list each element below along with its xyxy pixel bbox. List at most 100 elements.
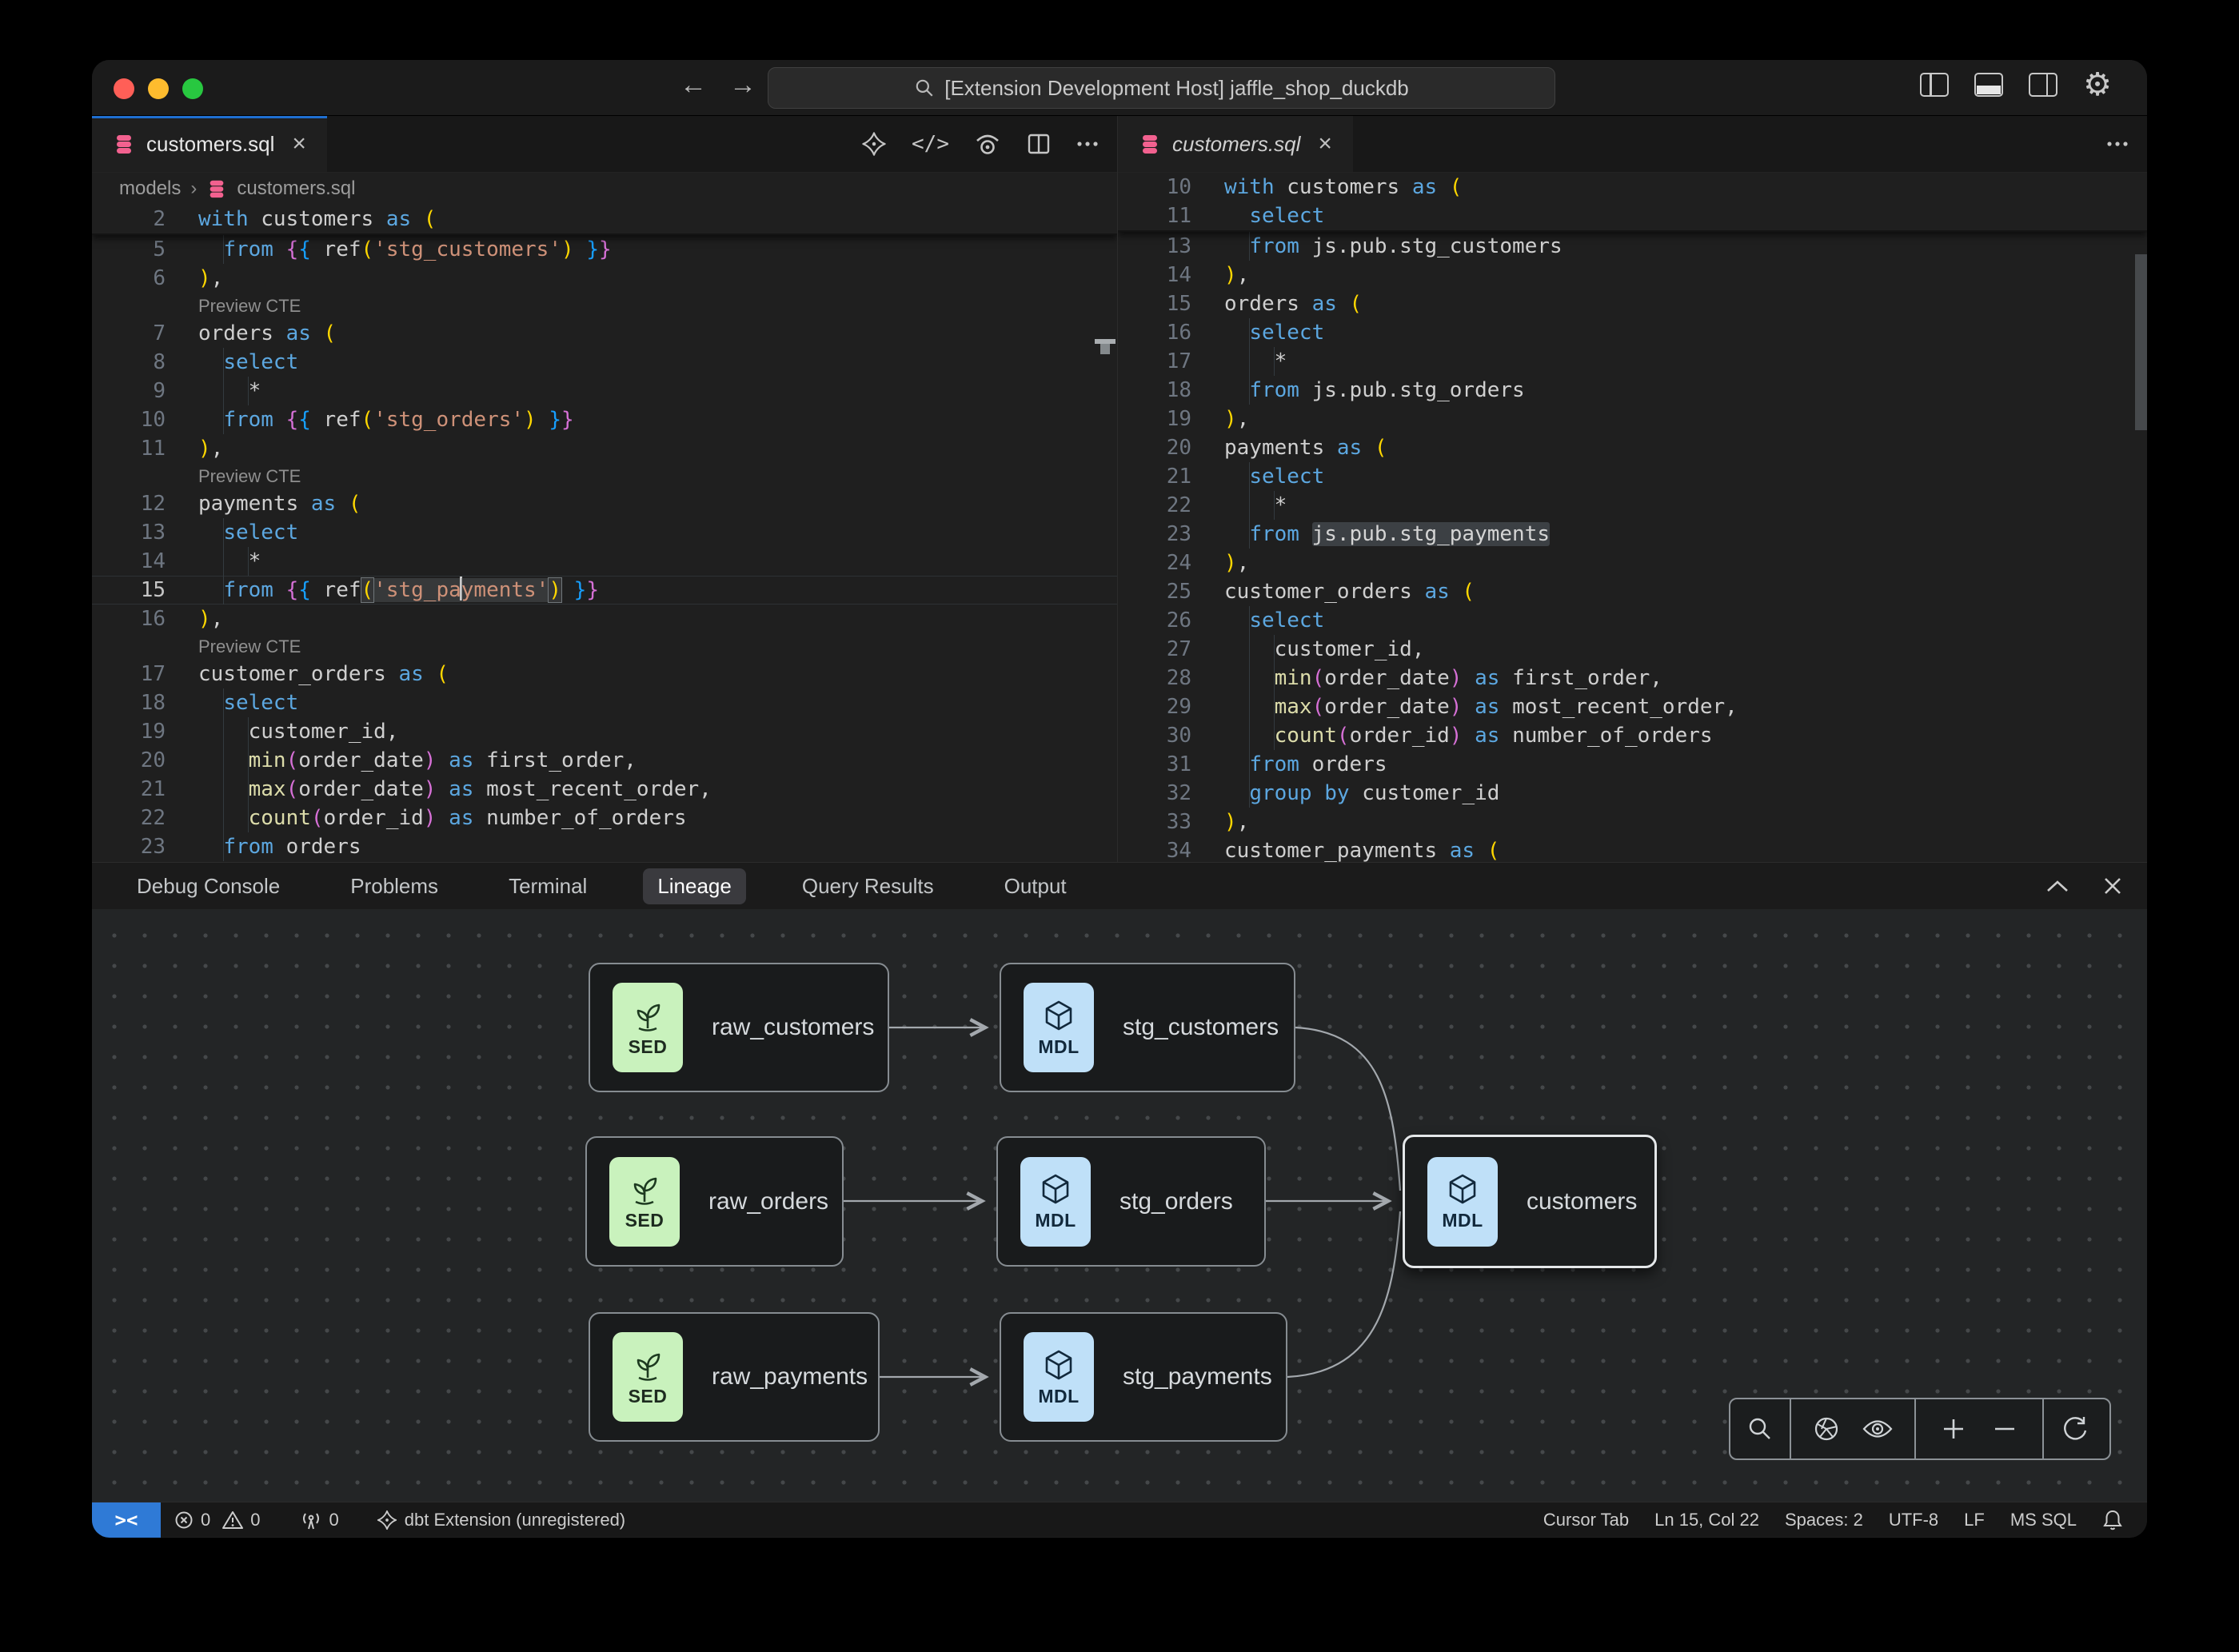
code-line-19[interactable]: 19 customer_id,: [92, 717, 1117, 746]
preview-eye-icon[interactable]: [973, 130, 1002, 158]
status-eol[interactable]: LF: [1951, 1502, 1998, 1537]
lineage-node-raw_orders[interactable]: SEDraw_orders: [585, 1136, 844, 1267]
zoom-out-button[interactable]: [1991, 1415, 2018, 1443]
code-line-23[interactable]: 23 from orders: [92, 832, 1117, 861]
compile-code-icon[interactable]: </>: [912, 132, 949, 156]
code-line-9[interactable]: 9 *: [92, 377, 1117, 405]
code-line-27[interactable]: 27 customer_id,: [1118, 635, 2147, 664]
panel-tab-query-results[interactable]: Query Results: [788, 868, 948, 904]
dbt-extension-status[interactable]: dbt Extension (unregistered): [363, 1502, 638, 1537]
notifications-bell-icon[interactable]: [2089, 1502, 2136, 1537]
tab-customers-sql-left[interactable]: customers.sql ×: [92, 116, 327, 172]
lineage-graph-canvas[interactable]: SEDraw_customers MDLstg_customers SEDraw_o…: [92, 909, 2147, 1502]
code-line-14[interactable]: 14 *: [92, 547, 1117, 576]
codelens-preview-cte[interactable]: Preview CTE: [92, 293, 1117, 319]
status-cursor-tab[interactable]: Cursor Tab: [1531, 1502, 1642, 1537]
breadcrumb[interactable]: models › customers.sql: [92, 173, 1117, 205]
close-tab-icon[interactable]: ×: [1318, 130, 1332, 158]
code-line-10[interactable]: 10 from {{ ref('stg_orders') }}: [92, 405, 1117, 434]
code-line-21[interactable]: 21 max(order_date) as most_recent_order,: [92, 775, 1117, 804]
code-line-12[interactable]: 12payments as (: [92, 489, 1117, 518]
code-line-18[interactable]: 18 select: [92, 688, 1117, 717]
dbt-icon[interactable]: [860, 130, 888, 158]
code-line-30[interactable]: 30 count(order_id) as number_of_orders: [1118, 721, 2147, 750]
code-line-32[interactable]: 32 group by customer_id: [1118, 779, 2147, 808]
code-editor-right[interactable]: 10with customers as (11 select 13 from j…: [1118, 173, 2147, 862]
code-line-20[interactable]: 20payments as (: [1118, 433, 2147, 462]
minimize-window-button[interactable]: [148, 78, 169, 99]
status-encoding[interactable]: UTF-8: [1876, 1502, 1951, 1537]
code-line-15[interactable]: 15orders as (: [1118, 289, 2147, 318]
remote-indicator[interactable]: ><: [92, 1502, 161, 1538]
code-line-19[interactable]: 19),: [1118, 405, 2147, 433]
code-line-22[interactable]: 22 *: [1118, 491, 2147, 520]
code-editor-left[interactable]: 2with customers as ( 5 from {{ ref('stg_…: [92, 205, 1117, 862]
code-line-34[interactable]: 34customer_payments as (: [1118, 836, 2147, 862]
lineage-node-raw_customers[interactable]: SEDraw_customers: [589, 963, 889, 1092]
code-line-28[interactable]: 28 min(order_date) as first_order,: [1118, 664, 2147, 692]
lineage-node-stg_orders[interactable]: MDLstg_orders: [996, 1136, 1266, 1267]
code-line-11[interactable]: 11 select: [1118, 202, 2147, 230]
code-line-18[interactable]: 18 from js.pub.stg_orders: [1118, 376, 2147, 405]
code-line-17[interactable]: 17customer_orders as (: [92, 660, 1117, 688]
zoom-in-button[interactable]: [1940, 1415, 1967, 1443]
code-line-13[interactable]: 13 from js.pub.stg_customers: [1118, 232, 2147, 261]
code-line-13[interactable]: 13 select: [92, 518, 1117, 547]
code-line-21[interactable]: 21 select: [1118, 462, 2147, 491]
panel-tab-debug-console[interactable]: Debug Console: [122, 868, 294, 904]
lineage-node-raw_payments[interactable]: SEDraw_payments: [589, 1312, 880, 1442]
lineage-node-stg_customers[interactable]: MDLstg_customers: [1000, 963, 1295, 1092]
breadcrumb-file[interactable]: customers.sql: [237, 178, 355, 200]
refresh-button[interactable]: [2061, 1415, 2089, 1443]
code-line-15[interactable]: 15 from {{ ref('stg_payments') }}: [92, 576, 1117, 605]
panel-tab-output[interactable]: Output: [990, 868, 1081, 904]
breadcrumb-folder[interactable]: models: [119, 178, 181, 200]
code-line-24[interactable]: 24),: [1118, 549, 2147, 577]
code-line-31[interactable]: 31 from orders: [1118, 750, 2147, 779]
panel-tab-problems[interactable]: Problems: [336, 868, 453, 904]
split-editor-icon[interactable]: [1026, 131, 1052, 157]
status-line-col[interactable]: Ln 15, Col 22: [1642, 1502, 1772, 1537]
layout-sidebar-left-icon[interactable]: [1920, 73, 1949, 97]
scrollbar-thumb[interactable]: [2135, 254, 2147, 430]
status-spaces[interactable]: Spaces: 2: [1772, 1502, 1876, 1537]
settings-gear-icon[interactable]: ⚙: [2083, 73, 2112, 97]
code-line-7[interactable]: 7orders as (: [92, 319, 1117, 348]
layout-panel-icon[interactable]: [1974, 73, 2003, 97]
codelens-preview-cte[interactable]: Preview CTE: [92, 463, 1117, 489]
tab-customers-sql-right[interactable]: customers.sql ×: [1118, 116, 1353, 172]
zoom-window-button[interactable]: [182, 78, 203, 99]
code-line-14[interactable]: 14),: [1118, 261, 2147, 289]
status-language[interactable]: MS SQL: [1998, 1502, 2089, 1537]
camera-button[interactable]: [1812, 1415, 1841, 1443]
codelens-preview-cte[interactable]: Preview CTE: [92, 633, 1117, 660]
layout-sidebar-right-icon[interactable]: [2029, 73, 2057, 97]
lineage-node-stg_payments[interactable]: MDLstg_payments: [1000, 1312, 1287, 1442]
close-panel-icon[interactable]: [2102, 876, 2123, 896]
close-window-button[interactable]: [114, 78, 134, 99]
code-line-29[interactable]: 29 max(order_date) as most_recent_order,: [1118, 692, 2147, 721]
problems-status[interactable]: 0 0: [161, 1502, 273, 1537]
search-button[interactable]: [1746, 1415, 1774, 1443]
more-actions-icon[interactable]: [2105, 140, 2129, 148]
code-line-6[interactable]: 6),: [92, 264, 1117, 293]
code-line-25[interactable]: 25customer_orders as (: [1118, 577, 2147, 606]
eye-button[interactable]: [1862, 1417, 1894, 1441]
code-line-33[interactable]: 33),: [1118, 808, 2147, 836]
code-line-11[interactable]: 11),: [92, 434, 1117, 463]
forward-arrow-icon[interactable]: →: [729, 70, 756, 101]
code-line-10[interactable]: 10with customers as (: [1118, 173, 2147, 202]
code-line-16[interactable]: 16),: [92, 605, 1117, 633]
more-actions-icon[interactable]: [1076, 140, 1100, 148]
code-line-22[interactable]: 22 count(order_id) as number_of_orders: [92, 804, 1117, 832]
panel-tab-lineage[interactable]: Lineage: [643, 868, 746, 904]
code-line-16[interactable]: 16 select: [1118, 318, 2147, 347]
lineage-node-customers[interactable]: MDLcustomers: [1403, 1135, 1657, 1268]
back-arrow-icon[interactable]: ←: [680, 70, 707, 101]
close-tab-icon[interactable]: ×: [292, 130, 306, 158]
code-line-23[interactable]: 23 from js.pub.stg_payments: [1118, 520, 2147, 549]
code-line-8[interactable]: 8 select: [92, 348, 1117, 377]
code-line-2[interactable]: 2with customers as (: [92, 205, 1117, 233]
code-line-5[interactable]: 5 from {{ ref('stg_customers') }}: [92, 235, 1117, 264]
panel-tab-terminal[interactable]: Terminal: [494, 868, 601, 904]
